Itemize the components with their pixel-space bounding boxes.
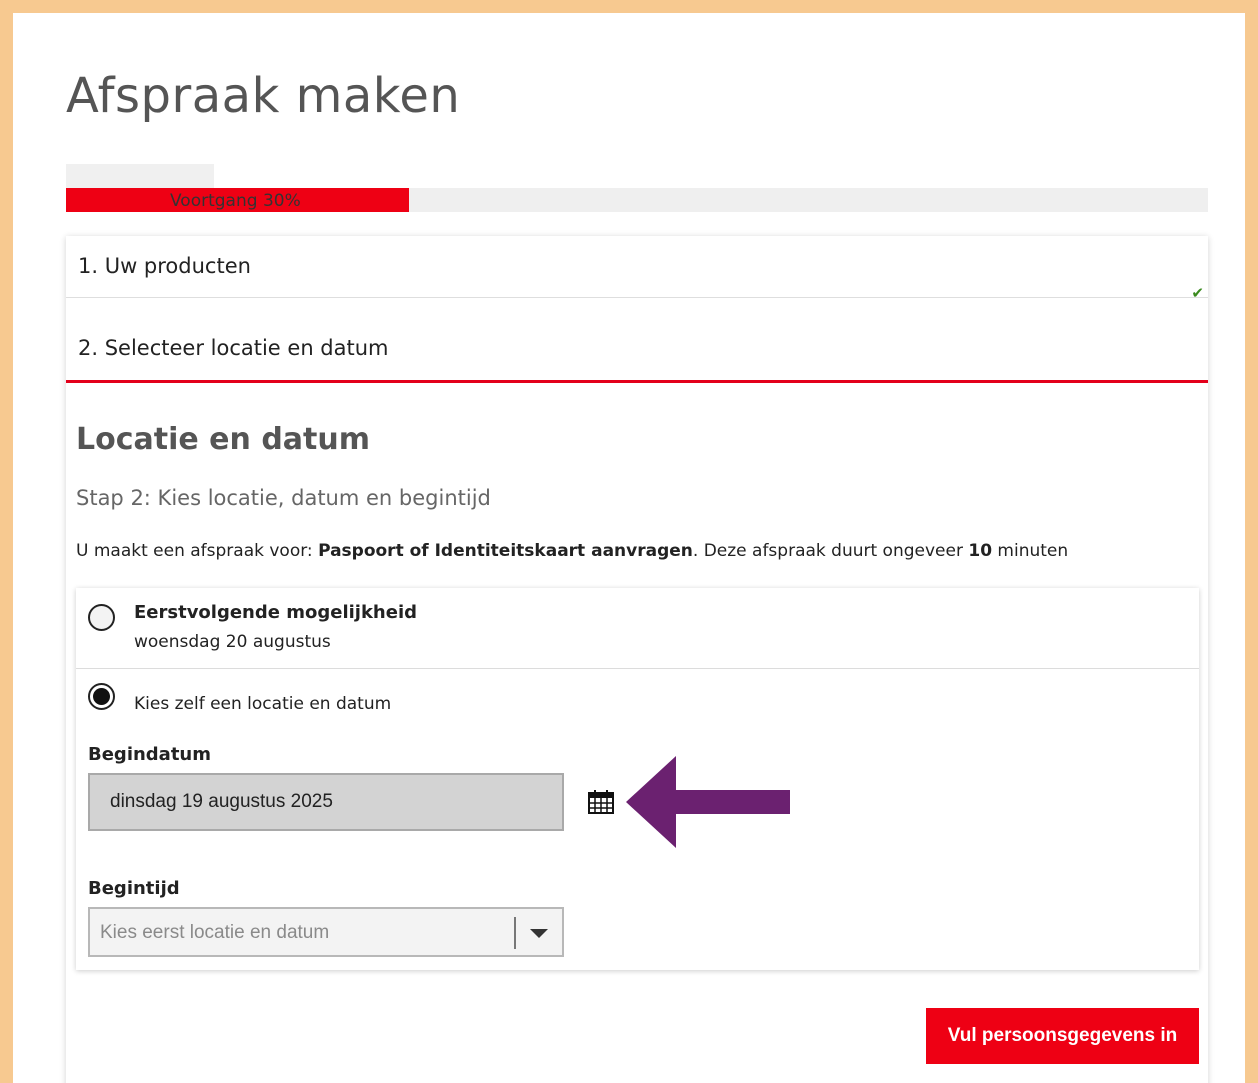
progress-label: Voortgang 30% (170, 191, 301, 211)
intro-middle: . Deze afspraak duurt ongeveer (692, 541, 969, 561)
option-first-available[interactable]: Eerstvolgende mogelijkheid woensdag 20 a… (76, 588, 1199, 669)
option-title: Eerstvolgende mogelijkheid (134, 602, 418, 623)
begindatum-label: Begindatum (88, 744, 212, 765)
page-title: Afspraak maken (66, 68, 461, 124)
begintijd-select[interactable]: Kies eerst locatie en datum (88, 907, 564, 957)
option-date: woensdag 20 augustus (134, 632, 331, 652)
calendar-icon[interactable] (588, 790, 614, 814)
radio-custom-location-date[interactable] (88, 683, 115, 710)
progress-bar: Voortgang 30% (66, 188, 1208, 212)
step-label: 1. Uw producten (78, 254, 251, 278)
product-name: Paspoort of Identiteitskaart aanvragen (318, 541, 693, 561)
chevron-down-icon[interactable] (530, 929, 548, 938)
intro-suffix: minuten (992, 541, 1069, 561)
radio-first-available[interactable] (88, 604, 115, 631)
begintijd-label: Begintijd (88, 878, 180, 899)
step-subtitle: Stap 2: Kies locatie, datum en begintijd (76, 486, 491, 510)
step-header-products[interactable]: 1. Uw producten ✔ (66, 236, 1208, 302)
begindatum-input[interactable]: dinsdag 19 augustus 2025 (88, 773, 564, 831)
step-header-location-date[interactable]: 2. Selecteer locatie en datum (66, 318, 1208, 383)
intro-prefix: U maakt een afspraak voor: (76, 541, 319, 561)
submit-personal-details-button[interactable]: Vul persoonsgegevens in (926, 1008, 1199, 1064)
duration-value: 10 (968, 541, 993, 561)
select-divider (514, 917, 516, 949)
steps-accordion: 1. Uw producten ✔ 2. Selecteer locatie e… (66, 236, 1208, 1083)
annotation-arrow-icon (626, 756, 790, 848)
option-label[interactable]: Kies zelf een locatie en datum (134, 694, 391, 714)
section-title: Locatie en datum (76, 422, 370, 457)
progress-tab (66, 164, 214, 188)
appointment-intro: U maakt een afspraak voor: Paspoort of I… (76, 541, 1068, 561)
begindatum-value: dinsdag 19 augustus 2025 (110, 791, 333, 812)
begintijd-placeholder: Kies eerst locatie en datum (100, 922, 330, 943)
check-icon: ✔ (1191, 284, 1204, 302)
step-label: 2. Selecteer locatie en datum (78, 336, 389, 360)
